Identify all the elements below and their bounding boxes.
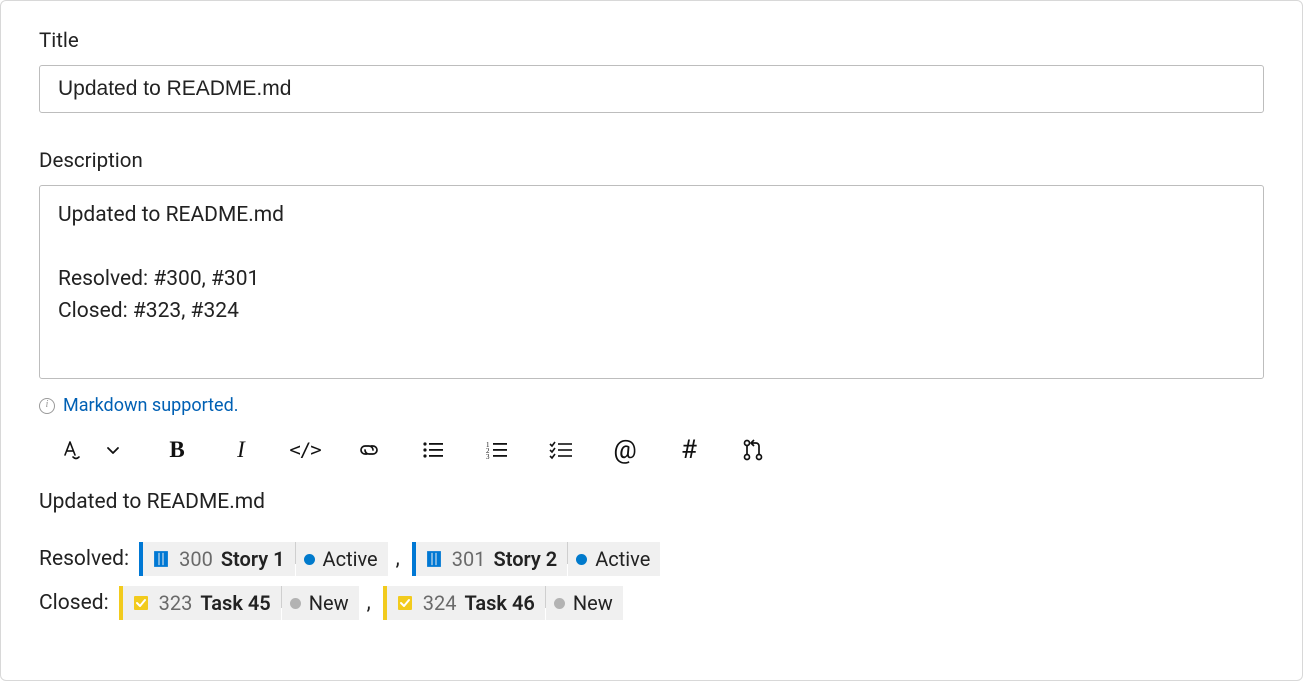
code-button[interactable]: </> [291, 436, 319, 464]
work-item-state: Active [595, 547, 650, 571]
description-preview: Updated to README.md Resolved: 300 Story… [39, 490, 1264, 620]
work-item-state: New [309, 591, 349, 615]
closed-label: Closed: [39, 591, 109, 615]
mention-button[interactable]: @ [611, 436, 639, 464]
hashtag-button[interactable]: # [675, 436, 703, 464]
work-item-id: 324 [423, 591, 457, 615]
checklist-button[interactable] [547, 436, 575, 464]
work-item-state: Active [323, 547, 378, 571]
resolved-label: Resolved: [39, 547, 129, 571]
task-icon [395, 593, 415, 613]
number-list-button[interactable]: 1 2 3 [483, 436, 511, 464]
work-item-title: Story 1 [221, 547, 285, 571]
story-icon [151, 549, 171, 569]
task-icon [131, 593, 151, 613]
story-icon [424, 549, 444, 569]
italic-button[interactable]: I [227, 436, 255, 464]
work-item-chip[interactable]: 324 Task 46 New [383, 586, 623, 620]
work-item-id: 301 [452, 547, 486, 571]
work-item-id: 300 [179, 547, 213, 571]
work-item-title: Task 45 [200, 591, 270, 615]
state-dot-icon [290, 598, 301, 609]
bullet-list-button[interactable] [419, 436, 447, 464]
chevron-down-icon[interactable] [99, 436, 127, 464]
work-item-title: Story 2 [494, 547, 558, 571]
work-item-chip[interactable]: 300 Story 1 Active [139, 542, 388, 576]
description-input[interactable] [39, 185, 1264, 379]
work-item-chip[interactable]: 323 Task 45 New [119, 586, 359, 620]
state-dot-icon [304, 554, 315, 565]
work-item-chip[interactable]: 301 Story 2 Active [412, 542, 661, 576]
markdown-supported-link[interactable]: Markdown supported. [63, 395, 238, 416]
resolved-row: Resolved: 300 Story 1 Active , [39, 542, 1264, 576]
bold-button[interactable]: B [163, 436, 191, 464]
title-input[interactable] [39, 65, 1264, 113]
description-label: Description [39, 149, 1264, 173]
title-label: Title [39, 29, 1264, 53]
info-icon: i [39, 398, 55, 414]
state-dot-icon [554, 598, 565, 609]
link-button[interactable] [355, 436, 383, 464]
preview-title: Updated to README.md [39, 490, 1264, 514]
state-dot-icon [576, 554, 587, 565]
description-toolbar: B I </> 1 2 3 [39, 436, 1264, 464]
work-item-id: 323 [159, 591, 193, 615]
pull-request-button[interactable] [739, 436, 767, 464]
markdown-hint: i Markdown supported. [39, 395, 1264, 416]
closed-row: Closed: 323 Task 45 New , [39, 586, 1264, 620]
pull-request-panel: Title Description i Markdown supported. … [0, 0, 1303, 681]
svg-text:3: 3 [486, 453, 490, 461]
text-style-button[interactable] [57, 436, 85, 464]
work-item-title: Task 46 [465, 591, 535, 615]
work-item-state: New [573, 591, 613, 615]
